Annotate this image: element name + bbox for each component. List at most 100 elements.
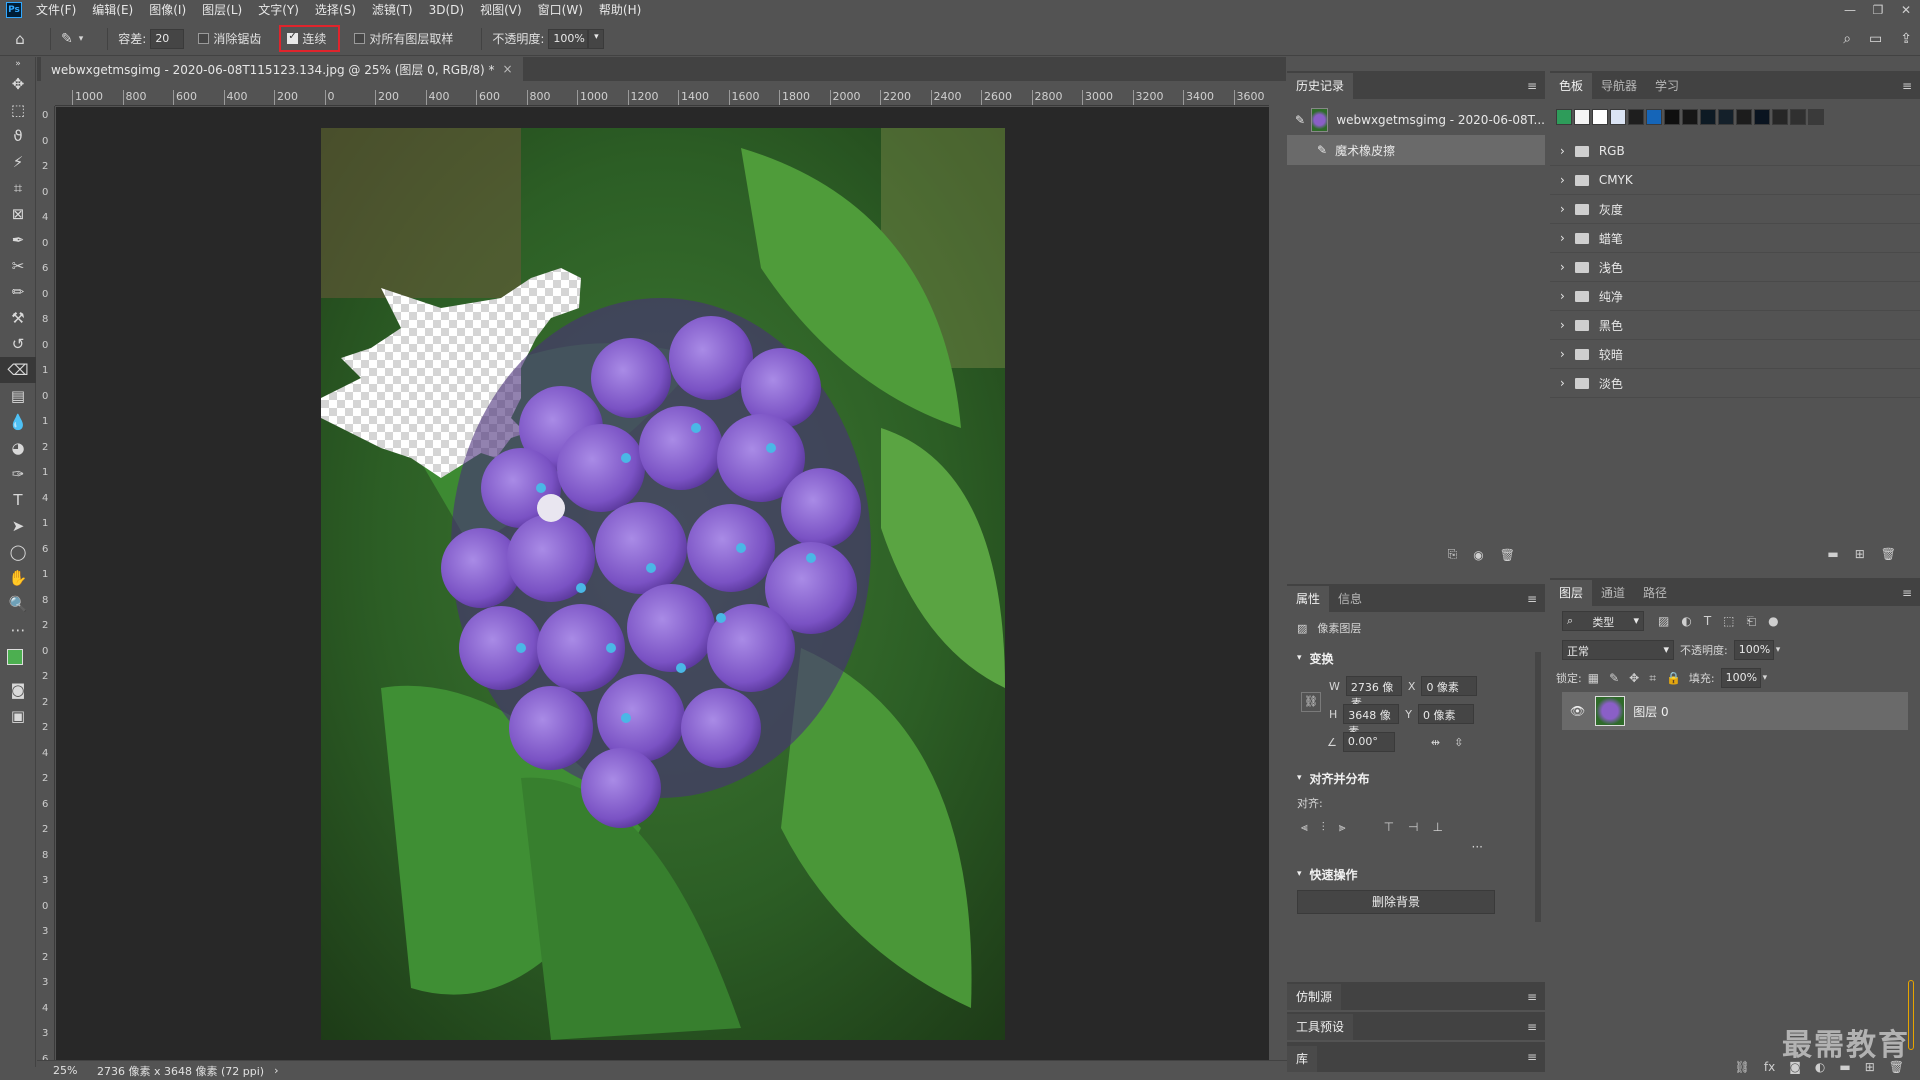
- filter-pixel-icon[interactable]: ▨: [1658, 614, 1669, 628]
- link-layers-icon[interactable]: ⛓: [1735, 1060, 1750, 1074]
- path-selection-tool-icon[interactable]: ➤: [0, 513, 36, 539]
- swatch-group-row[interactable]: › 淡色: [1550, 369, 1920, 398]
- blend-mode-select[interactable]: 正常 ▾: [1562, 640, 1674, 660]
- new-swatch-icon[interactable]: ⊞: [1855, 547, 1865, 561]
- tab-history[interactable]: 历史记录: [1287, 73, 1354, 99]
- color-swatches[interactable]: [0, 643, 36, 677]
- foreground-color[interactable]: [7, 649, 23, 665]
- move-tool-icon[interactable]: ✥: [0, 71, 36, 97]
- crop-tool-icon[interactable]: ⌗: [0, 175, 36, 201]
- swatch[interactable]: [1736, 109, 1752, 125]
- layer-filter-select[interactable]: ⌕ 类型 ▾: [1562, 611, 1644, 631]
- align-right-icon[interactable]: ⫸: [1339, 820, 1346, 835]
- swatch[interactable]: [1682, 109, 1698, 125]
- lock-transparent-icon[interactable]: ▦: [1588, 671, 1599, 685]
- tab-properties[interactable]: 属性: [1287, 586, 1330, 612]
- properties-scrollbar[interactable]: [1535, 652, 1541, 922]
- panel-menu-icon[interactable]: ≡: [1527, 1020, 1537, 1034]
- tool-preset-picker[interactable]: ✎ ▾: [61, 31, 83, 47]
- close-window-button[interactable]: ✕: [1892, 0, 1920, 20]
- tab-info[interactable]: 信息: [1329, 586, 1371, 612]
- menu-help[interactable]: 帮助(H): [591, 0, 649, 20]
- chevron-down-icon[interactable]: ▾: [1763, 673, 1768, 683]
- link-icon[interactable]: ⛓: [1301, 692, 1321, 712]
- filter-type-icon[interactable]: T: [1704, 614, 1711, 628]
- tab-navigator[interactable]: 导航器: [1592, 73, 1646, 99]
- tolerance-input[interactable]: 20: [150, 28, 185, 49]
- visibility-eye-icon[interactable]: 👁: [1570, 704, 1585, 718]
- home-icon[interactable]: ⌂: [0, 26, 40, 52]
- magic-wand-tool-icon[interactable]: ⚡: [0, 149, 36, 175]
- tab-paths[interactable]: 路径: [1634, 580, 1676, 606]
- filter-toggle-icon[interactable]: ●: [1768, 614, 1778, 628]
- menu-select[interactable]: 选择(S): [307, 0, 364, 20]
- tab-channels[interactable]: 通道: [1592, 580, 1634, 606]
- history-brush-tool-icon[interactable]: ↺: [0, 331, 36, 357]
- healing-tool-icon[interactable]: ✂: [0, 253, 36, 279]
- angle-input[interactable]: 0.00°: [1342, 732, 1395, 752]
- swatch[interactable]: [1790, 109, 1806, 125]
- frame-tool-icon[interactable]: ⊠: [0, 201, 36, 227]
- marquee-tool-icon[interactable]: ⬚: [0, 97, 36, 123]
- trash-icon[interactable]: 🗑: [1881, 547, 1896, 561]
- zoom-tool-icon[interactable]: 🔍: [0, 591, 36, 617]
- blur-tool-icon[interactable]: 💧: [0, 409, 36, 435]
- collapse-toolbar-icon[interactable]: »: [0, 57, 36, 71]
- dodge-tool-icon[interactable]: ◕: [0, 435, 36, 461]
- minimize-button[interactable]: —: [1836, 0, 1864, 20]
- menu-edit[interactable]: 编辑(E): [84, 0, 141, 20]
- align-top-icon[interactable]: ⊤: [1384, 820, 1394, 834]
- tab-swatches[interactable]: 色板: [1550, 73, 1593, 99]
- panel-menu-icon[interactable]: ≡: [1527, 79, 1537, 93]
- quick-mask-icon[interactable]: ◙: [0, 677, 36, 703]
- remove-background-button[interactable]: 删除背景: [1297, 890, 1495, 914]
- eyedropper-tool-icon[interactable]: ✒: [0, 227, 36, 253]
- stamp-tool-icon[interactable]: ⚒: [0, 305, 36, 331]
- lock-all-icon[interactable]: 🔒: [1666, 671, 1681, 685]
- trash-icon[interactable]: 🗑: [1500, 548, 1515, 562]
- document-tab[interactable]: webwxgetmsgimg - 2020-06-08T115123.134.j…: [41, 57, 523, 81]
- align-center-h-icon[interactable]: ⫶: [1322, 820, 1325, 835]
- menu-layer[interactable]: 图层(L): [194, 0, 250, 20]
- history-snapshot[interactable]: ✎ webwxgetmsgimg - 2020-06-08T...: [1287, 105, 1545, 135]
- fill-input[interactable]: 100%: [1720, 668, 1761, 688]
- gradient-tool-icon[interactable]: ▤: [0, 383, 36, 409]
- filter-adjustment-icon[interactable]: ◐: [1681, 614, 1691, 628]
- search-icon[interactable]: ⌕: [1843, 31, 1851, 47]
- workspace-icon[interactable]: ▭: [1869, 31, 1882, 47]
- quick-actions-header[interactable]: ▾ 快速操作: [1287, 860, 1545, 888]
- menu-3d[interactable]: 3D(D): [421, 0, 472, 20]
- tab-libraries[interactable]: 库: [1287, 1046, 1318, 1072]
- sample-all-layers-checkbox[interactable]: 对所有图层取样: [354, 30, 457, 47]
- hand-tool-icon[interactable]: ✋: [0, 565, 36, 591]
- document-image[interactable]: [321, 128, 1005, 1040]
- status-menu-arrow[interactable]: ›: [274, 1064, 278, 1077]
- panel-menu-icon[interactable]: ≡: [1527, 990, 1537, 1004]
- lock-artboard-icon[interactable]: ⌗: [1649, 671, 1656, 686]
- eraser-tool-icon[interactable]: ⌫: [0, 357, 36, 383]
- swatch[interactable]: [1646, 109, 1662, 125]
- swatch[interactable]: [1556, 109, 1572, 125]
- panel-menu-icon[interactable]: ≡: [1527, 1050, 1537, 1064]
- more-options-icon[interactable]: ···: [1287, 840, 1545, 860]
- lock-position-icon[interactable]: ✥: [1629, 671, 1639, 685]
- ruler-vertical[interactable]: 00204060801012141618202224262830323436: [37, 106, 55, 1060]
- opacity-dropdown[interactable]: ▾: [588, 28, 605, 49]
- menu-window[interactable]: 窗口(W): [530, 0, 591, 20]
- antialias-checkbox[interactable]: 消除锯齿: [198, 30, 265, 47]
- close-tab-icon[interactable]: ×: [503, 62, 513, 76]
- swatch[interactable]: [1754, 109, 1770, 125]
- y-input[interactable]: 0 像素: [1418, 704, 1475, 724]
- swatch-group-row[interactable]: › CMYK: [1550, 166, 1920, 195]
- filter-smart-object-icon[interactable]: ⎗: [1747, 614, 1757, 629]
- swatch[interactable]: [1772, 109, 1788, 125]
- transform-section-header[interactable]: ▾ 变换: [1287, 644, 1545, 672]
- panel-menu-icon[interactable]: ≡: [1902, 79, 1912, 93]
- history-step[interactable]: ✎ 魔术橡皮擦: [1287, 135, 1545, 165]
- contiguous-checkbox[interactable]: 连续: [279, 25, 341, 52]
- layer-name[interactable]: 图层 0: [1633, 703, 1668, 720]
- tab-clone-source[interactable]: 仿制源: [1287, 984, 1342, 1010]
- brush-tool-icon[interactable]: ✏: [0, 279, 36, 305]
- tab-tool-presets[interactable]: 工具预设: [1287, 1014, 1354, 1040]
- height-input[interactable]: 3648 像素: [1343, 704, 1400, 738]
